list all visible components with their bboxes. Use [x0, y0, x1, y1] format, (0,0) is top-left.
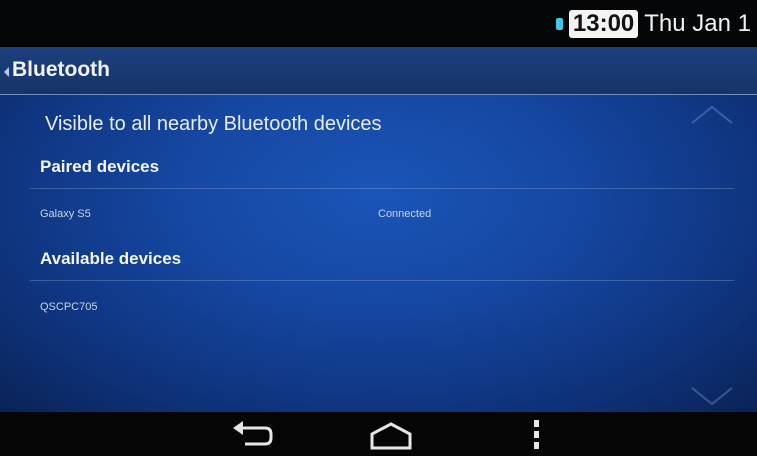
- divider: [30, 188, 734, 189]
- device-name: Galaxy S5: [40, 208, 91, 220]
- paired-device-row[interactable]: Galaxy S5 Connected: [30, 199, 734, 233]
- visibility-status-text[interactable]: Visible to all nearby Bluetooth devices: [45, 113, 382, 136]
- status-time: 13:00: [568, 9, 639, 38]
- home-icon[interactable]: [366, 418, 416, 452]
- scroll-down-chevron-icon[interactable]: [690, 384, 734, 408]
- menu-icon[interactable]: [520, 418, 570, 452]
- divider: [30, 280, 734, 281]
- status-bar: 13:00 Thu Jan 1: [0, 0, 757, 47]
- title-bar[interactable]: Bluetooth: [0, 47, 757, 95]
- available-device-row[interactable]: QSCPC705: [30, 292, 734, 326]
- navigation-bar: [0, 412, 757, 456]
- back-caret-icon[interactable]: [4, 67, 9, 77]
- device-name: QSCPC705: [40, 301, 98, 313]
- notification-indicator-icon: [555, 17, 563, 30]
- status-date: Thu Jan 1: [644, 9, 751, 37]
- page-title: Bluetooth: [12, 58, 110, 81]
- available-devices-header: Available devices: [40, 249, 182, 268]
- paired-devices-header: Paired devices: [40, 157, 160, 176]
- back-icon[interactable]: [227, 418, 277, 452]
- device-connection-status: Connected: [378, 208, 432, 220]
- scroll-up-chevron-icon[interactable]: [690, 103, 734, 127]
- bluetooth-settings-panel: Bluetooth Visible to all nearby Bluetoot…: [0, 47, 757, 412]
- screen: 13:00 Thu Jan 1 Bluetooth Visible to all…: [0, 0, 757, 456]
